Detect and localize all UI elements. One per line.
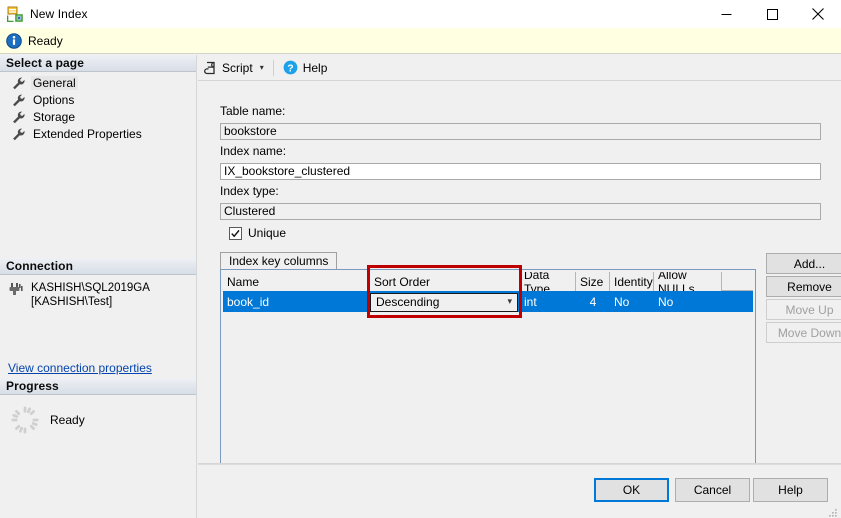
progress-header: Progress <box>0 378 196 395</box>
index-key-columns-grid: Name Sort Order Data Type Size Identity … <box>220 269 756 472</box>
connection-header: Connection <box>0 258 196 275</box>
help-button[interactable]: ? Help <box>278 57 333 79</box>
add-button[interactable]: Add... <box>766 253 841 274</box>
close-button[interactable] <box>795 0 841 28</box>
sidebar-item-options[interactable]: Options <box>0 92 196 108</box>
cell-size: 4 <box>576 291 610 312</box>
cell-sort-order[interactable]: Descending ▾ <box>370 291 520 312</box>
cell-allow-nulls: No <box>654 291 722 312</box>
wrench-icon <box>12 111 26 124</box>
unique-checkbox-row[interactable]: Unique <box>229 226 286 240</box>
sort-order-select-value[interactable]: Descending <box>370 293 518 312</box>
window-controls <box>703 0 841 28</box>
resize-gripper[interactable] <box>828 505 838 515</box>
connection-user: [KASHISH\Test] <box>31 296 112 308</box>
toolbar: Script ▾ ? Help <box>198 55 841 81</box>
connection-info: KASHISH\SQL2019GA [KASHISH\Test] <box>31 281 150 309</box>
cell-name: book_id <box>223 291 370 312</box>
sidebar-item-general[interactable]: General <box>0 75 196 91</box>
select-page-header: Select a page <box>0 55 196 72</box>
sidebar-item-label: Extended Properties <box>31 127 144 141</box>
table-name-label: Table name: <box>220 104 285 118</box>
new-index-dialog: New Index Ready Select a page <box>0 0 841 518</box>
sidebar-item-label: General <box>31 76 78 90</box>
server-connection-icon <box>8 282 24 298</box>
column-header-sort-order[interactable]: Sort Order <box>370 272 520 291</box>
left-panel: Select a page General Options Storage <box>0 55 197 518</box>
wrench-icon <box>12 94 26 107</box>
help-label: Help <box>303 61 328 75</box>
checkbox-checked-icon[interactable] <box>229 227 242 240</box>
cell-data-type: int <box>520 291 576 312</box>
column-header-data-type[interactable]: Data Type <box>520 272 576 291</box>
page-list: General Options Storage Extended Propert… <box>0 72 196 142</box>
footer-divider <box>198 464 841 465</box>
sidebar-item-label: Storage <box>31 110 77 124</box>
column-header-allow-nulls[interactable]: Allow NULLs <box>654 272 722 291</box>
status-info-bar: Ready <box>0 28 841 54</box>
script-label: Script <box>222 61 253 75</box>
cancel-button[interactable]: Cancel <box>675 478 750 502</box>
svg-text:?: ? <box>287 62 293 74</box>
index-name-field[interactable]: IX_bookstore_clustered <box>220 163 821 180</box>
sidebar-item-extended-properties[interactable]: Extended Properties <box>0 126 196 142</box>
table-name-field: bookstore <box>220 123 821 140</box>
toolbar-separator <box>273 60 274 76</box>
sort-order-select[interactable]: Descending ▾ <box>370 293 518 312</box>
chevron-down-icon[interactable]: ▾ <box>260 64 264 72</box>
index-name-label: Index name: <box>220 144 286 158</box>
column-header-identity[interactable]: Identity <box>610 272 654 291</box>
view-connection-properties-link[interactable]: View connection properties <box>0 361 196 375</box>
column-header-name[interactable]: Name <box>223 272 370 291</box>
spinner-icon <box>10 405 40 435</box>
general-page-form: Table name: bookstore Index name: IX_boo… <box>198 82 841 463</box>
cell-identity: No <box>610 291 654 312</box>
minimize-button[interactable] <box>703 0 749 28</box>
index-key-columns-tabgroup: Index key columns Name Sort Order Data T… <box>220 252 756 472</box>
content-panel: Script ▾ ? Help Table name: bookstore In… <box>198 55 841 463</box>
sidebar-item-label: Options <box>31 93 76 107</box>
ok-button[interactable]: OK <box>594 478 669 502</box>
tab-index-key-columns[interactable]: Index key columns <box>220 252 337 269</box>
chevron-down-icon[interactable]: ▾ <box>507 297 512 306</box>
dialog-footer: OK Cancel Help <box>198 463 841 518</box>
info-icon <box>6 33 22 49</box>
help-icon: ? <box>283 60 298 75</box>
index-type-field: Clustered <box>220 203 821 220</box>
connection-block: KASHISH\SQL2019GA [KASHISH\Test] <box>0 275 196 309</box>
table-row[interactable]: book_id Descending ▾ int 4 No No <box>223 291 753 312</box>
connection-server: KASHISH\SQL2019GA <box>31 282 150 294</box>
sidebar-item-storage[interactable]: Storage <box>0 109 196 125</box>
column-header-size[interactable]: Size <box>576 272 610 291</box>
remove-button[interactable]: Remove <box>766 276 841 297</box>
grid-action-buttons: Add... Remove Move Up Move Down <box>766 253 841 345</box>
progress-status: Ready <box>50 413 85 427</box>
wrench-icon <box>12 128 26 141</box>
window-title: New Index <box>30 7 88 21</box>
progress-block: Ready <box>0 395 196 435</box>
move-up-button: Move Up <box>766 299 841 320</box>
grid-header-row: Name Sort Order Data Type Size Identity … <box>223 272 753 291</box>
move-down-button: Move Down <box>766 322 841 343</box>
unique-label: Unique <box>248 226 286 240</box>
status-text: Ready <box>28 34 63 48</box>
script-icon <box>203 61 217 75</box>
index-type-label: Index type: <box>220 184 279 198</box>
index-icon <box>7 6 23 22</box>
maximize-button[interactable] <box>749 0 795 28</box>
wrench-icon <box>12 77 26 90</box>
title-bar: New Index <box>0 0 841 28</box>
script-button[interactable]: Script ▾ <box>198 57 269 79</box>
help-button-footer[interactable]: Help <box>753 478 828 502</box>
